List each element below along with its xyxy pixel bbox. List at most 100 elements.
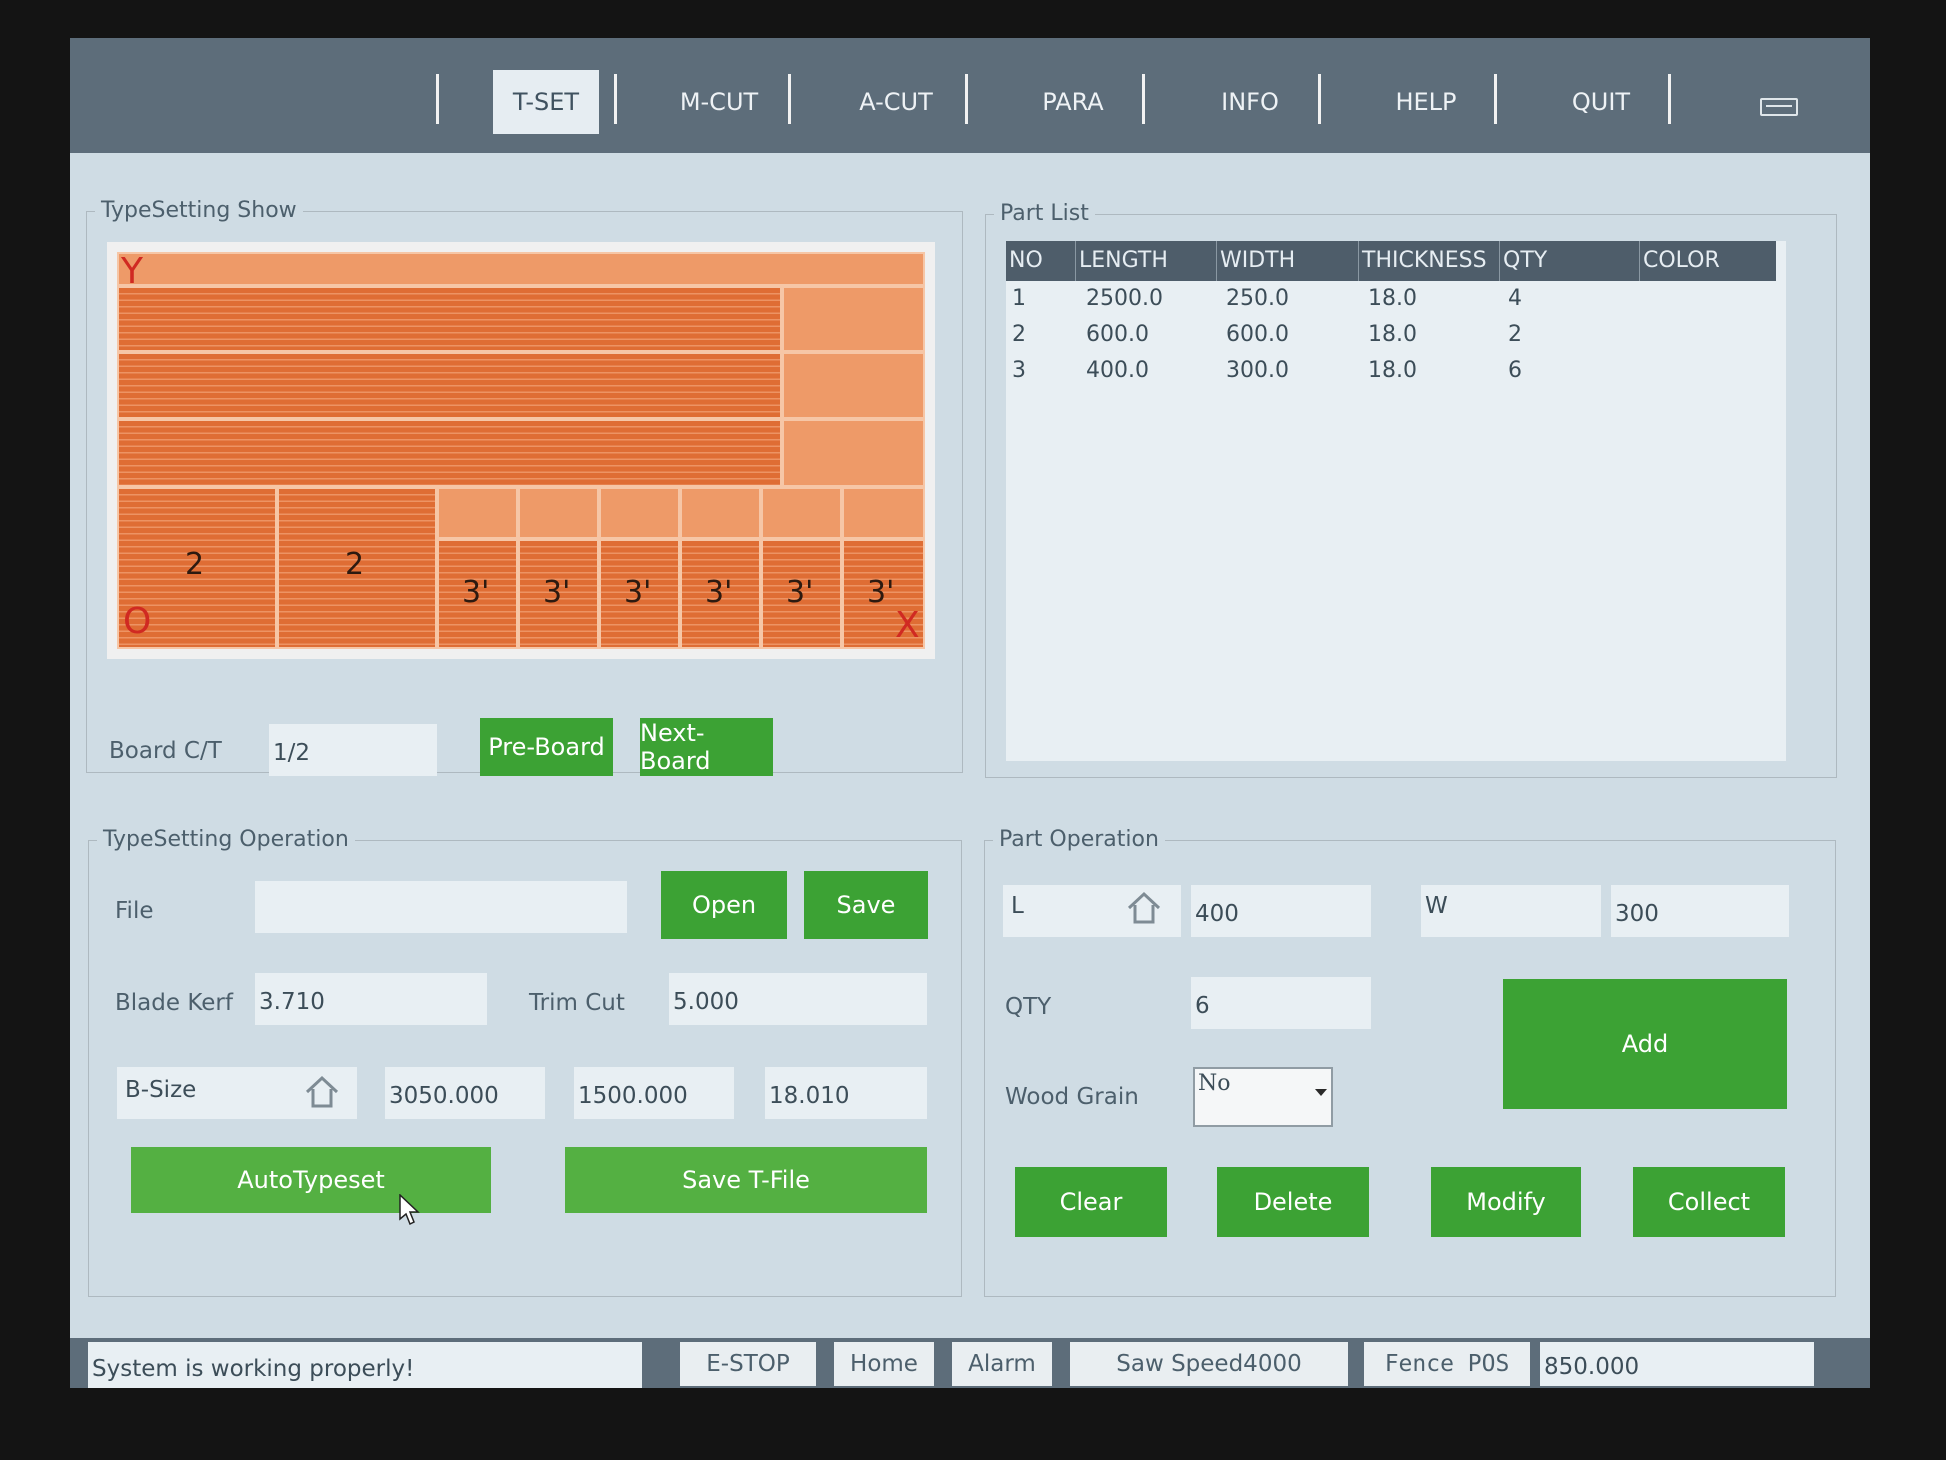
home-button[interactable]: Home	[834, 1342, 934, 1386]
b-size-thickness-field[interactable]: 18.010	[765, 1067, 927, 1119]
panel-title: TypeSetting Show	[95, 197, 303, 225]
b-size-label: B-Size	[125, 1077, 197, 1103]
axis-origin-label: O	[123, 601, 152, 642]
column-header-qty[interactable]: QTY	[1500, 241, 1640, 281]
b-size-width-field[interactable]: 1500.000	[574, 1067, 734, 1119]
nav-separator	[1668, 74, 1671, 124]
w-label: W	[1425, 893, 1448, 919]
collect-button[interactable]: Collect	[1633, 1167, 1785, 1237]
tab-m-cut[interactable]: M-CUT	[666, 70, 772, 134]
cell-width: 250.0	[1226, 286, 1289, 311]
nav-separator	[1142, 74, 1145, 124]
piece	[117, 286, 782, 352]
table-row[interactable]: 1 2500.0 250.0 18.0 4	[1006, 281, 1776, 317]
qty-field[interactable]: 6	[1191, 977, 1371, 1029]
wood-grain-selected-value: No	[1198, 1071, 1231, 1096]
piece-label: 2	[345, 547, 365, 582]
saw-speed-status: Saw Speed4000	[1070, 1342, 1348, 1386]
modify-button[interactable]: Modify	[1431, 1167, 1581, 1237]
cell-thickness: 18.0	[1368, 286, 1417, 311]
trim-cut-field[interactable]: 5.000	[669, 973, 927, 1025]
mouse-cursor-icon	[399, 1194, 420, 1226]
file-field[interactable]	[255, 881, 627, 933]
column-header-length[interactable]: LENGTH	[1076, 241, 1217, 281]
wood-grain-select[interactable]: No	[1193, 1067, 1333, 1127]
home-icon[interactable]	[1127, 891, 1161, 925]
alarm-status: Alarm	[952, 1342, 1052, 1386]
cell-length: 600.0	[1086, 322, 1149, 347]
tab-quit[interactable]: QUIT	[1548, 70, 1654, 134]
tab-info[interactable]: INFO	[1197, 70, 1303, 134]
cell-no: 1	[1012, 286, 1026, 311]
column-header-no[interactable]: NO	[1006, 241, 1076, 281]
qty-label: QTY	[1005, 994, 1052, 1020]
keyboard-icon[interactable]	[1760, 98, 1798, 116]
cell-qty: 4	[1508, 286, 1522, 311]
cell-qty: 2	[1508, 322, 1522, 347]
axis-y-label: Y	[121, 252, 143, 292]
column-header-color[interactable]: COLOR	[1640, 241, 1776, 281]
clear-button[interactable]: Clear	[1015, 1167, 1167, 1237]
column-header-width[interactable]: WIDTH	[1217, 241, 1359, 281]
offcut	[599, 487, 680, 539]
open-button[interactable]: Open	[661, 871, 787, 939]
part-list-panel: Part List NO LENGTH WIDTH THICKNESS QTY …	[985, 200, 1837, 778]
tab-help[interactable]: HELP	[1373, 70, 1479, 134]
piece-label: 2	[185, 547, 205, 582]
offcut	[518, 487, 599, 539]
add-button[interactable]: Add	[1503, 979, 1787, 1109]
column-header-thickness[interactable]: THICKNESS	[1359, 241, 1500, 281]
status-bar: System is working properly! E-STOP Home …	[70, 1338, 1870, 1388]
cell-width: 600.0	[1226, 322, 1289, 347]
piece-label: 3'	[543, 575, 571, 610]
l-field-label-box: L	[1003, 885, 1181, 937]
panel-title: TypeSetting Operation	[97, 826, 355, 854]
e-stop-button[interactable]: E-STOP	[680, 1342, 816, 1386]
nav-separator	[965, 74, 968, 124]
offcut	[437, 487, 518, 539]
piece-label: 3'	[867, 575, 895, 610]
next-board-button[interactable]: Next-Board	[640, 718, 773, 776]
board-layout: 2 2 3' 3' 3' 3' 3' 3' Y O X	[117, 252, 925, 649]
nav-separator	[788, 74, 791, 124]
fence-pos-value: 850.000	[1540, 1342, 1814, 1386]
offcut	[117, 252, 925, 286]
part-list-table: NO LENGTH WIDTH THICKNESS QTY COLOR 1 25…	[1006, 241, 1786, 761]
tab-a-cut[interactable]: A-CUT	[843, 70, 949, 134]
w-field-label-box: W	[1421, 885, 1601, 937]
cell-width: 300.0	[1226, 358, 1289, 383]
offcut	[761, 487, 842, 539]
status-message: System is working properly!	[88, 1342, 642, 1388]
blade-kerf-field[interactable]: 3.710	[255, 973, 487, 1025]
machine-screen: T-SET M-CUT A-CUT PARA INFO HELP QUIT Ty…	[70, 38, 1870, 1388]
b-size-field[interactable]: B-Size	[117, 1067, 357, 1119]
typesetting-operation-panel: TypeSetting Operation File Open Save Bla…	[88, 826, 962, 1297]
save-t-file-button[interactable]: Save T-File	[565, 1147, 927, 1213]
cell-length: 400.0	[1086, 358, 1149, 383]
piece	[117, 419, 782, 487]
axis-x-label: X	[895, 605, 920, 646]
autotypeset-button[interactable]: AutoTypeset	[131, 1147, 491, 1213]
table-row[interactable]: 3 400.0 300.0 18.0 6	[1006, 353, 1776, 389]
home-icon[interactable]	[305, 1075, 339, 1109]
panel-title: Part List	[994, 200, 1095, 228]
save-button[interactable]: Save	[804, 871, 928, 939]
w-field[interactable]: 300	[1611, 885, 1789, 937]
b-size-length-field[interactable]: 3050.000	[385, 1067, 545, 1119]
board-ct-field[interactable]: 1/2	[269, 724, 437, 776]
blade-kerf-label: Blade Kerf	[115, 990, 233, 1016]
trim-cut-label: Trim Cut	[529, 990, 625, 1016]
delete-button[interactable]: Delete	[1217, 1167, 1369, 1237]
l-field[interactable]: 400	[1191, 885, 1371, 937]
offcut	[782, 419, 925, 487]
tab-para[interactable]: PARA	[1020, 70, 1126, 134]
l-label: L	[1011, 893, 1024, 919]
offcut	[782, 286, 925, 352]
board-ct-label: Board C/T	[109, 738, 222, 764]
cell-thickness: 18.0	[1368, 358, 1417, 383]
piece	[117, 352, 782, 419]
cell-no: 3	[1012, 358, 1026, 383]
tab-t-set[interactable]: T-SET	[493, 70, 599, 134]
table-row[interactable]: 2 600.0 600.0 18.0 2	[1006, 317, 1776, 353]
pre-board-button[interactable]: Pre-Board	[480, 718, 613, 776]
